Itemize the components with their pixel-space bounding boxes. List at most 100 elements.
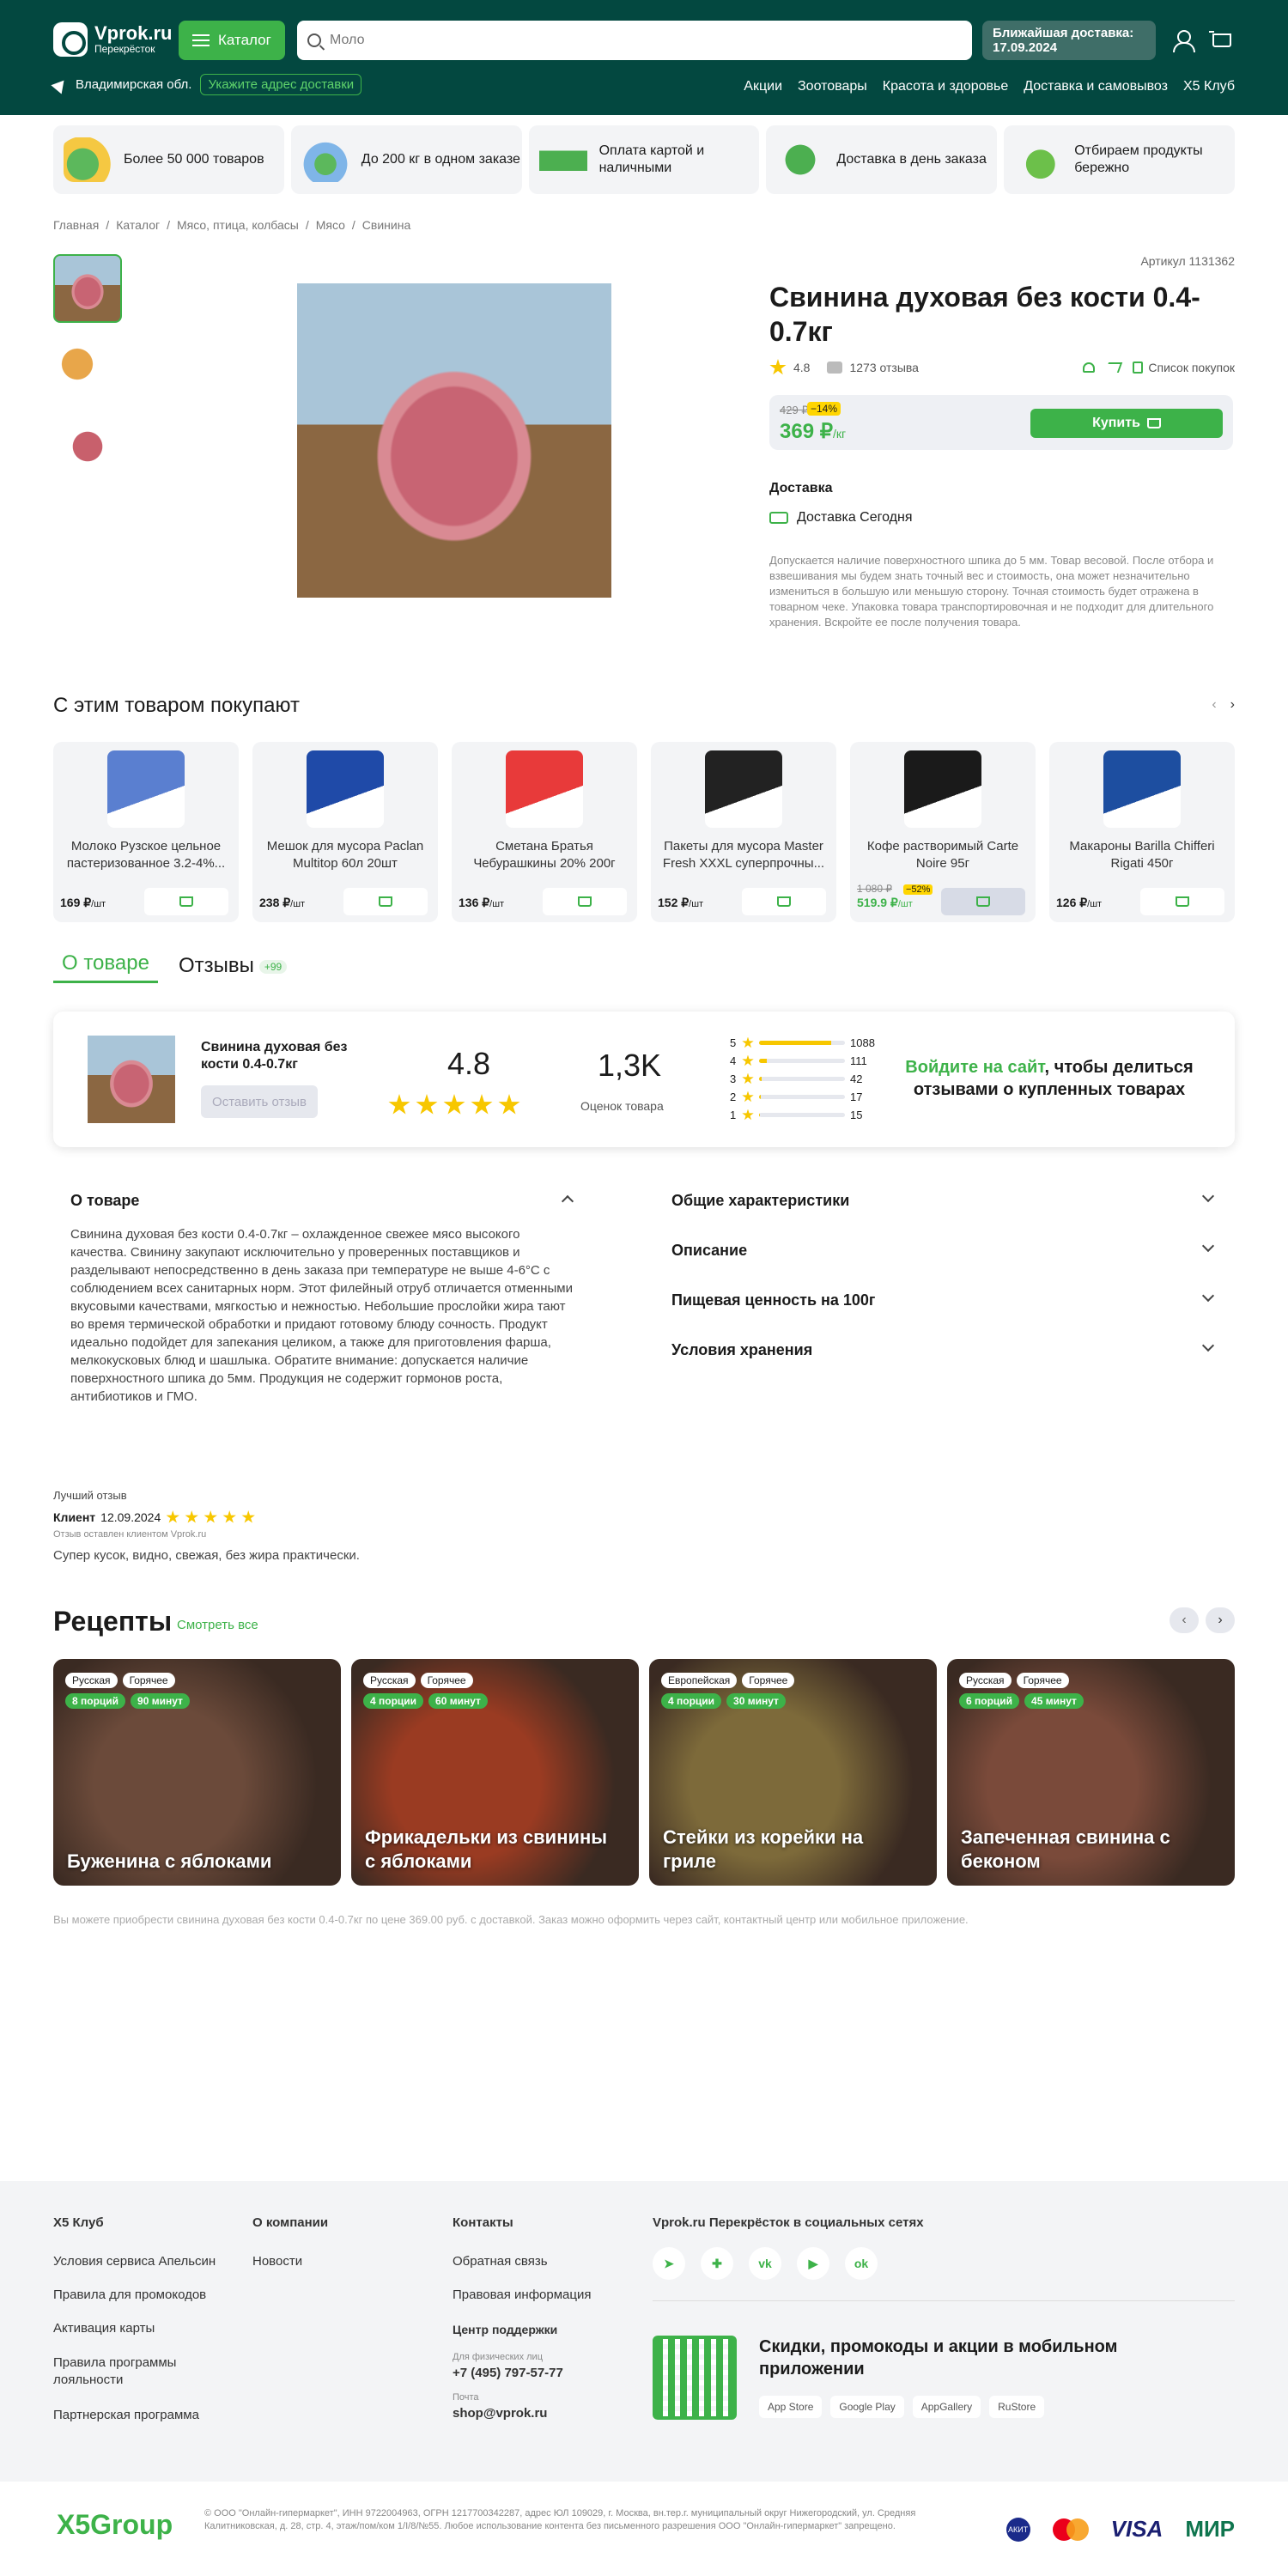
address-button[interactable]: Укажите адрес доставки <box>200 74 362 95</box>
google-play-button[interactable]: Google Play <box>830 2396 904 2418</box>
product-name[interactable]: Пакеты для мусора Master Fresh XXXL супе… <box>661 838 826 872</box>
next-arrow-icon[interactable]: › <box>1230 697 1235 713</box>
product-image[interactable] <box>107 750 185 828</box>
app-store-button[interactable]: App Store <box>759 2396 823 2418</box>
product-card[interactable]: Кофе растворимый Carte Noire 95г 1 080 ₽ −… <box>850 742 1036 922</box>
footer-link[interactable]: Обратная связь <box>453 2254 591 2269</box>
footer-link[interactable]: Правила для промокодов <box>53 2287 225 2302</box>
cart-icon[interactable] <box>1209 29 1231 52</box>
course-tag: Горячее <box>742 1673 795 1688</box>
footer-link[interactable]: Условия сервиса Апельсин <box>53 2254 225 2269</box>
recipe-card[interactable]: Русская Горячее 8 порций 90 минут Буженина с… <box>53 1659 341 1886</box>
nearest-delivery[interactable]: Ближайшая доставка: 17.09.2024 <box>982 21 1156 60</box>
cuisine-tag: Русская <box>65 1673 118 1688</box>
product-image[interactable] <box>904 750 981 828</box>
breadcrumb-pork[interactable]: Свинина <box>362 218 410 232</box>
nav-link-pets[interactable]: Зоотовары <box>798 79 867 94</box>
add-to-cart-button[interactable] <box>742 888 826 915</box>
add-to-cart-button[interactable] <box>144 888 228 915</box>
buy-button[interactable]: Купить <box>1030 409 1223 438</box>
user-icon[interactable] <box>1171 29 1195 52</box>
benefit-item[interactable]: До 200 кг в одном заказе <box>290 125 522 194</box>
ratings-count-label: Оценок товара <box>580 1099 664 1113</box>
next-arrow-icon[interactable]: › <box>1206 1607 1235 1633</box>
recipe-card[interactable]: Европейская Горячее 4 порции 30 минут Стейки… <box>649 1659 937 1886</box>
search-bar[interactable] <box>297 21 972 60</box>
product-card[interactable]: Молоко Рузское цельное пастеризованное 3… <box>53 742 239 922</box>
tab-reviews[interactable]: Отзывы +99 <box>179 954 288 983</box>
product-card[interactable]: Макароны Barilla Chifferi Rigati 450г 126… <box>1049 742 1235 922</box>
gallery-thumb[interactable] <box>53 254 122 323</box>
add-to-cart-button[interactable] <box>343 888 428 915</box>
product-main-image[interactable] <box>297 283 611 598</box>
ok-icon[interactable]: ok <box>845 2247 878 2280</box>
product-card[interactable]: Мешок для мусора Paclan Multitop 60л 20ш… <box>252 742 438 922</box>
accordion-general[interactable]: Общие характеристики <box>671 1189 1218 1242</box>
add-to-cart-button[interactable] <box>941 888 1025 915</box>
rustore-button[interactable]: RuStore <box>989 2396 1045 2418</box>
heart-icon[interactable] <box>1083 362 1096 373</box>
product-image[interactable] <box>705 750 782 828</box>
share-icon[interactable] <box>1105 362 1123 373</box>
about-header[interactable]: О товаре <box>70 1192 577 1210</box>
breadcrumb-catalog[interactable]: Каталог <box>116 218 160 232</box>
product-image[interactable] <box>307 750 384 828</box>
footer-link[interactable]: Партнерская программа <box>53 2408 225 2422</box>
recipe-card[interactable]: Русская Горячее 6 порций 45 минут Запеченная… <box>947 1659 1235 1886</box>
leave-review-button[interactable]: Оставить отзыв <box>201 1085 318 1118</box>
recipes-see-all-link[interactable]: Смотреть все <box>177 1618 258 1632</box>
nav-link-x5club[interactable]: X5 Клуб <box>1183 79 1235 94</box>
catalog-button[interactable]: Каталог <box>179 21 285 60</box>
benefit-item[interactable]: Более 50 000 товаров <box>53 125 284 194</box>
gallery-thumb[interactable] <box>53 412 122 481</box>
product-name[interactable]: Макароны Barilla Chifferi Rigati 450г <box>1060 838 1224 872</box>
search-input[interactable] <box>330 33 948 48</box>
accordion-storage[interactable]: Условия хранения <box>671 1339 1218 1391</box>
gallery-thumb[interactable] <box>53 333 122 402</box>
product-name[interactable]: Сметана Братья Чебурашкины 20% 200г <box>462 838 627 872</box>
shopping-list-button[interactable]: Список покупок <box>1133 361 1235 374</box>
product-image[interactable] <box>1103 750 1181 828</box>
telegram-icon[interactable]: ➤ <box>653 2247 685 2280</box>
nav-link-delivery[interactable]: Доставка и самовывоз <box>1024 79 1168 94</box>
support-email[interactable]: shop@vprok.ru <box>453 2406 591 2421</box>
product-rating[interactable]: 4.8 1273 отзыва <box>769 359 919 376</box>
logo[interactable]: Vprok.ru Перекрёсток <box>53 22 172 57</box>
accordion-nutrition[interactable]: Пищевая ценность на 100г <box>671 1289 1218 1341</box>
region-label[interactable]: Владимирская обл. <box>76 77 191 92</box>
prev-arrow-icon[interactable]: ‹ <box>1212 697 1216 713</box>
nav-link-beauty[interactable]: Красота и здоровье <box>883 79 1008 94</box>
benefit-item[interactable]: Доставка в день заказа <box>766 125 998 194</box>
product-card[interactable]: Сметана Братья Чебурашкины 20% 200г 136 ₽… <box>452 742 637 922</box>
nav-link-sales[interactable]: Акции <box>744 79 782 94</box>
breadcrumb-home[interactable]: Главная <box>53 218 99 232</box>
product-card[interactable]: Пакеты для мусора Master Fresh XXXL супе… <box>651 742 836 922</box>
product-name[interactable]: Кофе растворимый Carte Noire 95г <box>860 838 1025 872</box>
reviews-count[interactable]: 1273 отзыва <box>849 361 918 374</box>
breadcrumb-meat[interactable]: Мясо <box>316 218 345 232</box>
youtube-icon[interactable]: ▶ <box>797 2247 829 2280</box>
product-name[interactable]: Мешок для мусора Paclan Multitop 60л 20ш… <box>263 838 428 872</box>
login-link[interactable]: Войдите на сайт <box>905 1058 1044 1077</box>
support-phone[interactable]: +7 (495) 797-57-77 <box>453 2366 591 2380</box>
breadcrumb-meat-category[interactable]: Мясо, птица, колбасы <box>177 218 299 232</box>
footer-link[interactable]: Активация карты <box>53 2321 225 2336</box>
benefit-item[interactable]: Отбираем продукты бережно <box>1004 125 1235 194</box>
benefit-item[interactable]: Оплата картой и наличными <box>528 125 760 194</box>
vk-icon[interactable]: vk <box>749 2247 781 2280</box>
tab-about[interactable]: О товаре <box>53 951 158 983</box>
add-to-cart-button[interactable] <box>1140 888 1224 915</box>
plus-icon[interactable]: ✚ <box>701 2247 733 2280</box>
appgallery-button[interactable]: AppGallery <box>912 2396 981 2418</box>
rating-stars <box>388 1094 520 1116</box>
product-image[interactable] <box>506 750 583 828</box>
prev-arrow-icon[interactable]: ‹ <box>1170 1607 1199 1633</box>
footer-link[interactable]: Правовая информация <box>453 2287 591 2302</box>
footer-link[interactable]: Новости <box>252 2254 328 2269</box>
add-to-cart-button[interactable] <box>543 888 627 915</box>
footer-link[interactable]: Правила программы лояльности <box>53 2354 191 2389</box>
accordion-description[interactable]: Описание <box>671 1239 1218 1291</box>
product-name[interactable]: Молоко Рузское цельное пастеризованное 3… <box>64 838 228 872</box>
x5-logo[interactable]: X5Group <box>57 2509 173 2541</box>
recipe-card[interactable]: Русская Горячее 4 порции 60 минут Фрикадельк… <box>351 1659 639 1886</box>
